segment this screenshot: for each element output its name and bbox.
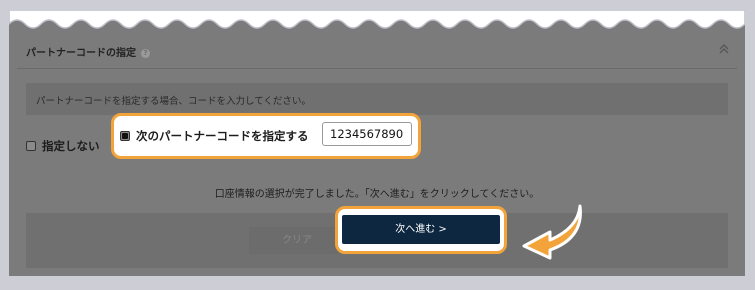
partner-code-input[interactable] xyxy=(322,122,412,146)
no-code-label: 指定しない xyxy=(42,139,100,153)
pointer-arrow-icon xyxy=(522,204,582,260)
screenshot-frame: パートナーコードの指定? パートナーコードを指定する場合、コードを入力してくださ… xyxy=(0,0,755,290)
status-message: 口座情報の選択が完了しました。「次へ進む」をクリックしてください。 xyxy=(214,189,540,200)
option-no-code[interactable]: 指定しない xyxy=(26,138,100,154)
specify-code-checkbox[interactable] xyxy=(120,131,130,141)
specify-code-label: 次のパートナーコードを指定する xyxy=(136,129,309,143)
clear-button[interactable]: クリア xyxy=(249,227,345,254)
divider xyxy=(17,68,737,69)
info-box: パートナーコードを指定する場合、コードを入力してください。 xyxy=(26,83,728,115)
option-specify-code[interactable]: 次のパートナーコードを指定する xyxy=(120,128,309,144)
section-title-text: パートナーコードの指定 xyxy=(26,48,136,59)
info-text: パートナーコードを指定する場合、コードを入力してください。 xyxy=(36,96,311,107)
torn-edge-decoration xyxy=(9,10,745,29)
next-button[interactable]: 次へ進む > xyxy=(342,215,500,244)
chevron-up-icon[interactable] xyxy=(717,42,731,56)
section-title: パートナーコードの指定? xyxy=(26,44,150,59)
no-code-checkbox[interactable] xyxy=(26,141,36,151)
help-icon[interactable]: ? xyxy=(141,48,150,58)
